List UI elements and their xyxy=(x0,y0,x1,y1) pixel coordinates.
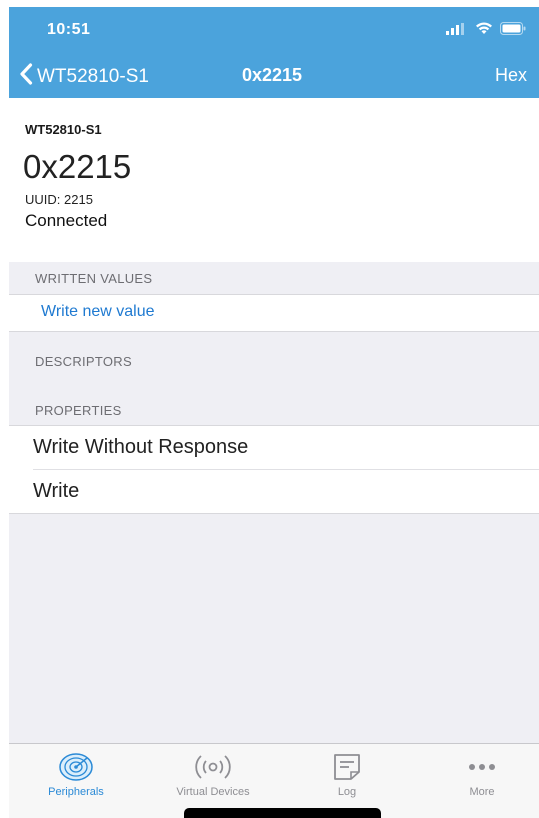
chevron-left-icon xyxy=(19,63,33,90)
radar-icon xyxy=(58,752,94,787)
back-button-label: WT52810-S1 xyxy=(37,65,149,87)
tab-more[interactable]: More xyxy=(427,750,537,810)
list-item: Write xyxy=(9,470,539,514)
characteristic-name: 0x2215 xyxy=(23,148,132,185)
nav-title: 0x2215 xyxy=(242,65,303,85)
properties-list: Write Without Response Write xyxy=(9,425,539,514)
list-item: Write Without Response xyxy=(9,426,539,470)
property-label: Write Without Response xyxy=(33,436,249,458)
tab-bar: Peripherals Virtual Devices Log More xyxy=(9,743,539,818)
cellular-signal-icon xyxy=(446,22,468,40)
tab-label: Peripherals xyxy=(48,786,104,798)
section-header-descriptors: DESCRIPTORS xyxy=(35,354,132,369)
status-icons xyxy=(446,22,526,40)
write-new-value-row[interactable]: Write new value xyxy=(9,294,539,332)
characteristic-header: WT52810-S1 0x2215 UUID: 2215 Connected xyxy=(9,98,539,262)
section-header-properties: PROPERTIES xyxy=(35,403,122,418)
tab-label: More xyxy=(469,786,495,798)
home-indicator xyxy=(184,808,381,818)
section-header-written-values: WRITTEN VALUES xyxy=(35,271,153,286)
characteristic-uuid: UUID: 2215 xyxy=(25,192,93,207)
app-screen: 10:51 WT52810-S1 0x2215 Hex WT52810-S1 0… xyxy=(9,7,539,818)
wifi-icon xyxy=(475,22,493,40)
connection-status: Connected xyxy=(25,211,108,230)
tab-label: Log xyxy=(337,786,357,798)
tab-label: Virtual Devices xyxy=(176,786,250,798)
status-time: 10:51 xyxy=(47,21,91,38)
tab-log[interactable]: Log xyxy=(292,750,402,810)
navigation-bar: 10:51 WT52810-S1 0x2215 Hex xyxy=(9,7,539,98)
hex-toggle-button[interactable]: Hex xyxy=(495,65,527,86)
back-button[interactable]: WT52810-S1 xyxy=(19,63,149,90)
more-icon xyxy=(465,752,499,787)
broadcast-icon xyxy=(193,752,233,787)
tab-peripherals[interactable]: Peripherals xyxy=(21,750,131,810)
log-icon xyxy=(331,752,363,787)
property-label: Write xyxy=(33,480,80,502)
battery-icon xyxy=(500,22,526,40)
write-new-value-link[interactable]: Write new value xyxy=(41,303,155,321)
device-name: WT52810-S1 xyxy=(25,122,102,137)
tab-virtual-devices[interactable]: Virtual Devices xyxy=(158,750,268,810)
